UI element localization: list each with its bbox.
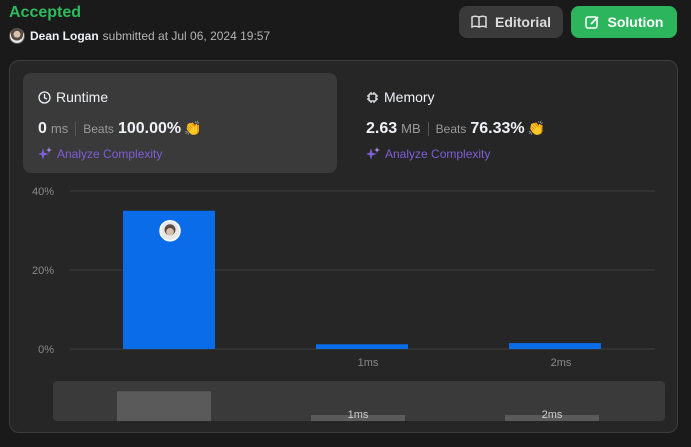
minimap-bar — [117, 391, 211, 421]
chart-svg: 40% 20% 0% 1ms 2ms — [32, 186, 655, 369]
memory-metric: 2.63 MB Beats 76.33% 👏 — [366, 120, 545, 138]
memory-analyze-complexity[interactable]: Analyze Complexity — [366, 147, 490, 161]
y-tick-label: 0% — [38, 344, 54, 356]
runtime-unit: ms — [50, 121, 69, 136]
clock-icon — [38, 90, 51, 104]
chart-minimap[interactable]: 1ms 2ms — [53, 381, 665, 421]
submission-header: Accepted Dean Logan submitted at Jul 06,… — [0, 0, 691, 60]
solution-label: Solution — [607, 14, 664, 30]
runtime-card[interactable]: Runtime 0 ms Beats 100.00% 👏 Analyze Com… — [23, 73, 337, 173]
runtime-analyze-label: Analyze Complexity — [57, 147, 163, 161]
memory-analyze-label: Analyze Complexity — [385, 147, 491, 161]
sparkle-icon — [38, 147, 52, 160]
minimap-tick-label: 2ms — [542, 409, 563, 421]
y-tick-label: 40% — [32, 186, 54, 198]
memory-beats-label: Beats — [435, 122, 467, 136]
runtime-beats-label: Beats — [83, 122, 114, 136]
runtime-distribution-chart: 40% 20% 0% 1ms 2ms — [10, 176, 679, 376]
editorial-button[interactable]: Editorial — [459, 6, 563, 38]
memory-card[interactable]: Memory 2.63 MB Beats 76.33% 👏 Analyze Co… — [351, 73, 665, 173]
edit-icon — [584, 15, 599, 29]
editorial-label: Editorial — [494, 14, 551, 30]
clap-icon: 👏 — [184, 120, 202, 136]
result-panel: Runtime 0 ms Beats 100.00% 👏 Analyze Com… — [9, 60, 678, 433]
memory-value: 2.63 — [366, 120, 398, 137]
minimap-svg: 1ms 2ms — [117, 391, 599, 421]
sparkle-icon — [366, 147, 380, 160]
submitter-line: Dean Logan submitted at Jul 06, 2024 19:… — [9, 28, 270, 44]
memory-title-text: Memory — [384, 89, 435, 105]
runtime-title-text: Runtime — [56, 89, 109, 105]
runtime-value: 0 — [38, 120, 47, 137]
chip-icon — [367, 91, 378, 103]
y-tick-label: 20% — [32, 265, 54, 277]
runtime-analyze-complexity[interactable]: Analyze Complexity — [38, 147, 162, 161]
runtime-title: Runtime — [38, 89, 108, 105]
runtime-metric: 0 ms Beats 100.00% 👏 — [38, 120, 202, 138]
chart-bar — [509, 343, 601, 349]
minimap-tick-label: 1ms — [348, 409, 369, 421]
chart-bar — [316, 344, 408, 349]
runtime-beats-value: 100.00% — [117, 120, 182, 137]
x-tick-label: 2ms — [551, 357, 572, 369]
user-name[interactable]: Dean Logan — [30, 29, 99, 43]
clap-icon: 👏 — [527, 120, 546, 136]
avatar-face — [166, 227, 174, 236]
solution-button[interactable]: Solution — [571, 6, 677, 38]
memory-beats-value: 76.33% — [470, 120, 525, 137]
divider — [427, 122, 429, 136]
memory-title: Memory — [366, 89, 435, 105]
divider — [75, 122, 77, 136]
memory-unit: MB — [401, 121, 421, 136]
avatar[interactable] — [9, 28, 25, 44]
submitted-time: submitted at Jul 06, 2024 19:57 — [102, 29, 271, 43]
book-icon — [471, 15, 487, 29]
status-accepted: Accepted — [9, 4, 82, 21]
x-tick-label: 1ms — [358, 357, 379, 369]
